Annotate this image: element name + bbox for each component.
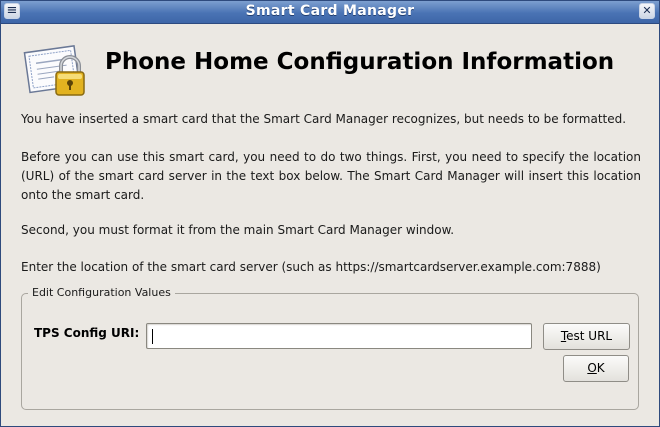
tps-config-uri-input[interactable] bbox=[146, 323, 532, 349]
close-icon[interactable]: ✕ bbox=[639, 3, 655, 19]
page-title: Phone Home Configuration Information bbox=[105, 49, 615, 75]
config-group: Edit Configuration Values TPS Config URI… bbox=[21, 286, 639, 410]
dialog-window: ≡ Smart Card Manager ✕ Phone Home Config… bbox=[0, 0, 660, 427]
title-bar[interactable]: ≡ Smart Card Manager ✕ bbox=[1, 1, 659, 24]
window-title: Smart Card Manager bbox=[245, 3, 415, 19]
ok-button[interactable]: OK bbox=[563, 355, 629, 382]
info-paragraph-3: Second, you must format it from the main… bbox=[21, 223, 455, 237]
text-caret bbox=[152, 329, 153, 344]
test-url-label: est URL bbox=[566, 329, 613, 343]
ok-label: K bbox=[596, 361, 605, 375]
test-url-button[interactable]: Test URL bbox=[543, 323, 630, 350]
info-paragraph-4: Enter the location of the smart card ser… bbox=[21, 260, 601, 274]
config-group-legend: Edit Configuration Values bbox=[28, 286, 175, 299]
info-paragraph-1: You have inserted a smart card that the … bbox=[21, 112, 627, 126]
ok-mnemonic: O bbox=[587, 361, 597, 375]
uri-label: TPS Config URI: bbox=[34, 326, 140, 340]
info-paragraph-2: Before you can use this smart card, you … bbox=[21, 150, 641, 202]
certificate-lock-icon bbox=[23, 45, 85, 96]
